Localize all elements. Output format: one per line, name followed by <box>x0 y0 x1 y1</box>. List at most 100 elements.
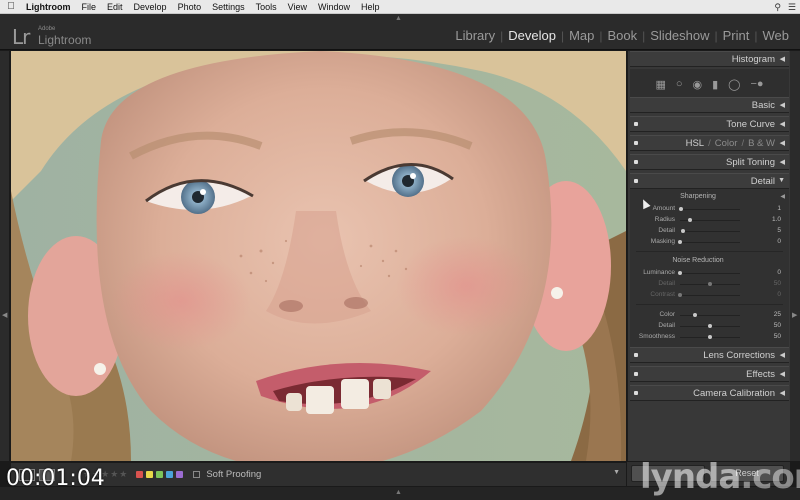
slider-knob[interactable] <box>708 282 712 286</box>
module-map[interactable]: Map <box>564 28 599 43</box>
menu-tools[interactable]: Tools <box>250 2 282 12</box>
panel-collapse-triangle-icon[interactable]: ◀ <box>780 139 785 147</box>
slider-track[interactable] <box>680 324 740 328</box>
panel-collapse-triangle-icon[interactable]: ◀ <box>780 389 785 397</box>
slider-track[interactable] <box>678 271 740 275</box>
module-develop[interactable]: Develop <box>503 28 561 43</box>
panel-switch-icon[interactable] <box>634 391 638 395</box>
left-panel-edge[interactable]: ◀ <box>0 51 9 461</box>
menu-file[interactable]: File <box>76 2 102 12</box>
slider-knob[interactable] <box>693 313 697 317</box>
panel-header-effects[interactable]: Effects ◀ <box>630 366 789 382</box>
panel-switch-icon[interactable] <box>634 122 638 126</box>
module-web[interactable]: Web <box>758 28 795 43</box>
module-library[interactable]: Library <box>450 28 500 43</box>
module-print[interactable]: Print <box>718 28 755 43</box>
panel-switch-icon[interactable] <box>634 141 638 145</box>
panel-header-camera-calibration[interactable]: Camera Calibration ◀ <box>630 385 789 401</box>
slider-row-amount[interactable]: Amount 1 <box>630 204 789 214</box>
slider-row-detail[interactable]: Detail 5 <box>630 226 789 236</box>
slider-knob[interactable] <box>708 324 712 328</box>
color-label-1[interactable] <box>146 471 154 478</box>
slider-track[interactable] <box>680 282 740 286</box>
color-label-2[interactable] <box>156 471 164 478</box>
slider-knob[interactable] <box>678 207 683 211</box>
slider-row-contrast[interactable]: Contrast 0 <box>630 290 789 300</box>
apple-menu-icon[interactable]:  <box>0 1 22 12</box>
menu-app-lightroom[interactable]: Lightroom <box>22 2 76 12</box>
slider-value[interactable]: 0 <box>761 238 781 245</box>
slider-value[interactable]: 50 <box>761 333 781 340</box>
collapse-right-arrow-icon[interactable]: ▶ <box>792 311 797 319</box>
slider-row-radius[interactable]: Radius 1.0 <box>630 215 789 225</box>
panel-switch-icon[interactable] <box>634 179 638 183</box>
module-book[interactable]: Book <box>602 28 642 43</box>
menu-photo[interactable]: Photo <box>172 2 207 12</box>
panel-title-color[interactable]: Color <box>715 138 738 149</box>
slider-track[interactable] <box>678 293 740 297</box>
panel-title-bw[interactable]: B & W <box>748 138 775 149</box>
panel-header-basic[interactable]: Basic ◀ <box>630 97 789 113</box>
slider-row-luminance[interactable]: Luminance 0 <box>630 268 789 278</box>
slider-knob[interactable] <box>678 240 682 244</box>
slider-knob[interactable] <box>688 218 693 222</box>
color-label-0[interactable] <box>136 471 144 478</box>
slider-track[interactable] <box>680 229 740 233</box>
slider-track[interactable] <box>680 218 740 222</box>
panel-collapse-triangle-icon[interactable]: ◀ <box>780 101 785 109</box>
slider-knob[interactable] <box>678 271 682 275</box>
panel-collapse-triangle-icon[interactable]: ◀ <box>780 55 785 63</box>
menu-edit[interactable]: Edit <box>102 2 129 12</box>
slider-knob[interactable] <box>678 293 682 297</box>
panel-title-hsl[interactable]: HSL <box>686 138 704 149</box>
panel-header-split-toning[interactable]: Split Toning ◀ <box>630 154 789 170</box>
slider-value[interactable]: 1 <box>761 205 781 212</box>
slider-row-detail[interactable]: Detail 50 <box>630 321 789 331</box>
soft-proofing-checkbox[interactable] <box>193 471 201 478</box>
slider-value[interactable]: 50 <box>761 280 781 287</box>
slider-value[interactable]: 0 <box>761 269 781 276</box>
sharpening-collapse-icon[interactable]: ◀ <box>780 193 785 200</box>
panel-header-tone-curve[interactable]: Tone Curve ◀ <box>630 116 789 132</box>
slider-value[interactable]: 1.0 <box>761 216 781 223</box>
slider-track[interactable] <box>678 240 740 244</box>
slider-track[interactable] <box>680 313 740 317</box>
slider-track[interactable] <box>680 335 740 339</box>
right-panel-edge[interactable]: ▶ <box>790 51 800 461</box>
slider-value[interactable]: 25 <box>761 311 781 318</box>
color-label-3[interactable] <box>166 471 174 478</box>
panel-header-detail[interactable]: Detail ▼ <box>630 173 789 189</box>
panel-switch-icon[interactable] <box>634 160 638 164</box>
panel-switch-icon[interactable] <box>634 353 638 357</box>
panel-collapse-triangle-icon[interactable]: ◀ <box>780 158 785 166</box>
expand-filmstrip-arrow-icon[interactable]: ▲ <box>395 489 402 496</box>
search-icon[interactable]: ⚲ <box>774 2 781 13</box>
panel-header-lens-corrections[interactable]: Lens Corrections ◀ <box>630 347 789 363</box>
radial-filter-icon[interactable]: ◯ <box>728 78 740 91</box>
slider-row-color[interactable]: Color 25 <box>630 310 789 320</box>
spot-removal-icon[interactable]: ○ <box>676 78 683 90</box>
slider-knob[interactable] <box>681 229 685 233</box>
panel-collapse-triangle-icon[interactable]: ◀ <box>780 370 785 378</box>
slider-track[interactable] <box>678 207 740 211</box>
slider-row-detail[interactable]: Detail 50 <box>630 279 789 289</box>
expand-left-arrow-icon[interactable]: ◀ <box>2 311 7 319</box>
menu-settings[interactable]: Settings <box>207 2 251 12</box>
module-slideshow[interactable]: Slideshow <box>645 28 714 43</box>
menu-view[interactable]: View <box>282 2 312 12</box>
photo-canvas[interactable] <box>11 51 626 461</box>
graduated-filter-icon[interactable]: ▮ <box>712 78 718 91</box>
slider-value[interactable]: 50 <box>761 322 781 329</box>
slider-knob[interactable] <box>708 335 712 339</box>
crop-overlay-icon[interactable]: ▦ <box>655 78 665 91</box>
color-label-4[interactable] <box>176 471 184 478</box>
slider-value[interactable]: 5 <box>761 227 781 234</box>
panel-collapse-triangle-icon[interactable]: ◀ <box>780 351 785 359</box>
adjustment-brush-icon[interactable]: −● <box>750 78 763 90</box>
red-eye-icon[interactable]: ◉ <box>693 78 703 91</box>
collapse-top-arrow-icon[interactable]: ▲ <box>395 15 402 22</box>
menu-help[interactable]: Help <box>356 2 386 12</box>
panel-header-histogram[interactable]: Histogram ◀ <box>630 51 789 67</box>
list-icon[interactable]: ☰ <box>788 2 796 13</box>
slider-row-masking[interactable]: Masking 0 <box>630 237 789 247</box>
